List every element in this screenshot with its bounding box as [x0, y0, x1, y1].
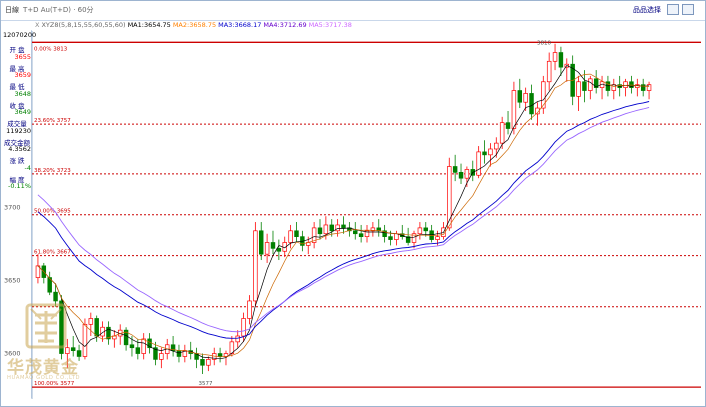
candle-body: [588, 78, 593, 91]
candle-body: [623, 81, 628, 88]
candle-body: [241, 318, 246, 337]
fib-level-label: 61.80% 3667: [34, 250, 71, 256]
candle-body: [423, 227, 428, 232]
candle-body: [611, 84, 617, 91]
candle-body: [200, 359, 205, 366]
candle-body: [276, 247, 282, 252]
candle-body: [135, 347, 141, 354]
company-watermark: 华茂黄金 HUAMAO GOLD CO.,LTD: [5, 301, 95, 393]
fib-level-label: 38.20% 3723: [34, 168, 71, 174]
candle-body: [529, 93, 534, 115]
candle-body: [129, 344, 135, 349]
low-price-label: 3577: [198, 381, 212, 387]
candle-body: [452, 166, 458, 173]
candle-body: [358, 233, 364, 237]
candle-body: [552, 52, 558, 62]
candle-body: [94, 318, 99, 337]
fib-level-label: 0.00% 3813: [34, 46, 68, 52]
candle-body: [546, 60, 552, 83]
fib-level-label: 23.60% 3757: [34, 118, 71, 124]
company-logo-icon: [25, 303, 67, 349]
candle-body: [517, 90, 523, 103]
candle-body: [53, 291, 58, 302]
candlestick-chart[interactable]: 3700365036000.00% 381323.60% 375738.20% …: [1, 1, 705, 406]
candle-body: [541, 81, 546, 109]
candle-body: [464, 169, 470, 179]
ma-short-line: [37, 64, 650, 360]
candle-body: [447, 166, 452, 229]
candle-body: [329, 224, 334, 232]
candle-body: [388, 236, 393, 240]
candle-body: [141, 338, 146, 354]
high-price-label: 3810: [537, 41, 551, 47]
candle-body: [458, 172, 464, 179]
candle-body: [323, 224, 329, 235]
candle-body: [247, 300, 252, 319]
candle-body: [499, 122, 505, 144]
candle-body: [270, 242, 276, 249]
candle-body: [206, 359, 211, 366]
candle-body: [217, 353, 223, 357]
candle-body: [317, 227, 323, 235]
candle-body: [264, 242, 270, 255]
watermark-english-name: HUAMAO GOLD CO.,LTD: [7, 375, 81, 381]
candle-body: [341, 224, 346, 229]
candle-body: [335, 224, 340, 232]
y-tick-label: 3700: [4, 203, 21, 211]
candle-body: [259, 230, 264, 255]
candle-body: [558, 52, 564, 68]
candle-body: [417, 227, 423, 235]
chart-window: 日線 T+D Au(T+D) · 60分 品品选择 X XYZ8(5,8,15,5…: [0, 0, 706, 407]
candle-body: [288, 230, 293, 243]
candle-body: [494, 142, 499, 150]
candle-body: [394, 233, 399, 240]
candle-body: [640, 84, 646, 91]
candle-body: [176, 350, 182, 357]
candle-body: [482, 151, 487, 156]
y-tick-label: 3650: [4, 276, 21, 284]
candle-body: [294, 230, 299, 237]
candle-body: [235, 335, 240, 343]
candle-body: [488, 148, 493, 156]
candle-body: [159, 353, 164, 360]
candle-body: [576, 81, 581, 97]
candle-body: [523, 93, 528, 103]
candle-body: [353, 230, 358, 235]
candle-body: [253, 230, 258, 302]
candle-body: [505, 122, 511, 129]
candle-body: [582, 81, 587, 91]
candle-body: [511, 90, 517, 129]
candle-body: [476, 151, 481, 176]
candle-body: [435, 236, 440, 240]
ma-mid-line: [37, 73, 650, 358]
